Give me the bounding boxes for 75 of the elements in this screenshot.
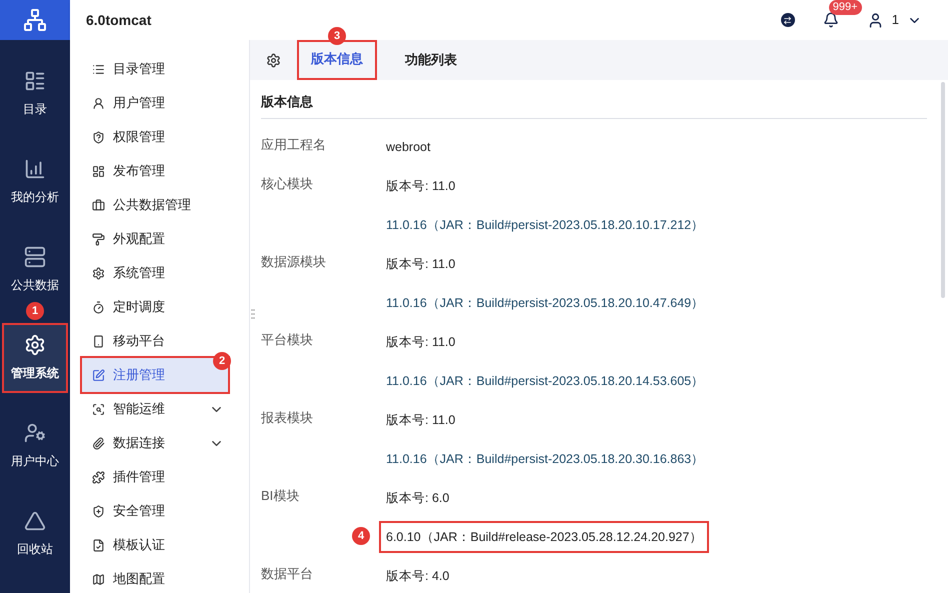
paint-roller-icon xyxy=(92,232,105,246)
user-icon xyxy=(92,96,105,110)
map-icon xyxy=(92,572,105,586)
bar-chart-icon xyxy=(24,158,46,180)
field-label: 平台模块 xyxy=(261,331,314,349)
puzzle-icon xyxy=(92,470,105,484)
build-info: 11.0.16（JAR：Build#persist-2023.05.18.20.14.53.605） xyxy=(386,373,704,390)
field-value: webroot xyxy=(386,139,430,156)
tab[interactable]: 功能列表 xyxy=(391,40,471,80)
field-label: BI模块 xyxy=(261,487,300,505)
build-info: 11.0.16（JAR：Build#persist-2023.05.18.20.10.47.649） xyxy=(386,295,704,312)
step-badge: 1 xyxy=(26,302,44,320)
shield-icon xyxy=(92,130,105,144)
list-icon xyxy=(24,70,46,92)
menu-item[interactable]: 模板认证 xyxy=(82,528,228,562)
field-value: 版本号: 11.0 xyxy=(386,178,456,195)
field-label: 核心模块 xyxy=(261,175,314,193)
notification-badge: 999+ xyxy=(828,0,862,15)
nav-item[interactable]: 用户中心 xyxy=(4,413,66,479)
layout-icon xyxy=(92,164,105,178)
switch-icon[interactable] xyxy=(780,13,795,27)
form-icon xyxy=(92,368,105,382)
field-value: 版本号: 11.0 xyxy=(386,334,456,351)
scrollbar[interactable] xyxy=(941,82,945,298)
section-title: 版本信息 xyxy=(261,93,314,111)
timer-icon xyxy=(92,300,105,314)
list-icon xyxy=(92,62,105,76)
menu-item[interactable]: 安全管理 xyxy=(82,494,228,528)
user-name[interactable]: 1 xyxy=(892,10,899,30)
field-label: 应用工程名 xyxy=(261,136,327,154)
settings-icon xyxy=(24,334,46,356)
field-value: 版本号: 6.0 xyxy=(386,490,450,507)
field-value: 版本号: 4.0 xyxy=(386,568,450,585)
phone-icon xyxy=(92,334,105,348)
paperclip-icon xyxy=(92,436,105,450)
build-info: 11.0.16（JAR：Build#persist-2023.05.18.20.30.16.863） xyxy=(386,451,704,468)
menu-item[interactable]: 用户管理 xyxy=(82,86,228,120)
bell-icon[interactable] xyxy=(822,12,839,28)
menu-item[interactable]: 智能运维 xyxy=(82,392,228,426)
settings-icon[interactable] xyxy=(266,52,281,68)
build-info: 6.0.10（JAR：Build#release-2023.05.28.12.24.20.927） xyxy=(379,521,710,553)
app-title: 6.0tomcat xyxy=(86,10,152,30)
menu-item[interactable]: 数据连接 xyxy=(82,426,228,460)
field-label: 数据平台 xyxy=(261,565,314,583)
build-info: 11.0.16（JAR：Build#persist-2023.05.18.20.10.17.212） xyxy=(386,217,704,234)
briefcase-icon xyxy=(92,198,105,212)
menu-item[interactable]: 公共数据管理 xyxy=(82,188,228,222)
server-icon xyxy=(24,246,46,268)
triangle-icon xyxy=(24,510,46,532)
nav-item[interactable]: 回收站 xyxy=(4,501,66,567)
field-label: 数据源模块 xyxy=(261,253,327,271)
user-icon xyxy=(24,422,46,444)
step-badge: 2 xyxy=(213,352,231,370)
menu-item[interactable]: 权限管理 xyxy=(82,120,228,154)
logo-icon xyxy=(23,8,47,32)
menu-item[interactable]: 发布管理 xyxy=(82,154,228,188)
menu-item[interactable]: 系统管理 xyxy=(82,256,228,290)
field-label: 报表模块 xyxy=(261,409,314,427)
nav-item[interactable]: 公共数据 xyxy=(4,237,66,303)
step-badge: 4 xyxy=(352,527,370,545)
menu-item[interactable]: 定时调度 xyxy=(82,290,228,324)
file-check-icon xyxy=(92,538,105,552)
menu-item[interactable]: 地图配置 xyxy=(82,562,228,593)
tab[interactable]: 版本信息 xyxy=(297,40,377,80)
nav-item[interactable]: 目录 xyxy=(4,61,66,127)
scan-icon xyxy=(92,402,105,416)
menu-item[interactable]: 插件管理 xyxy=(82,460,228,494)
menu-item[interactable]: 外观配置 xyxy=(82,222,228,256)
field-value: 版本号: 11.0 xyxy=(386,412,456,429)
nav-item[interactable]: 我的分析 xyxy=(4,149,66,215)
nav-item[interactable]: 管理系统 xyxy=(4,325,66,391)
shield-icon xyxy=(92,504,105,518)
menu-item[interactable]: 目录管理 xyxy=(82,52,228,86)
field-value: 版本号: 11.0 xyxy=(386,256,456,273)
settings-icon xyxy=(92,266,105,280)
